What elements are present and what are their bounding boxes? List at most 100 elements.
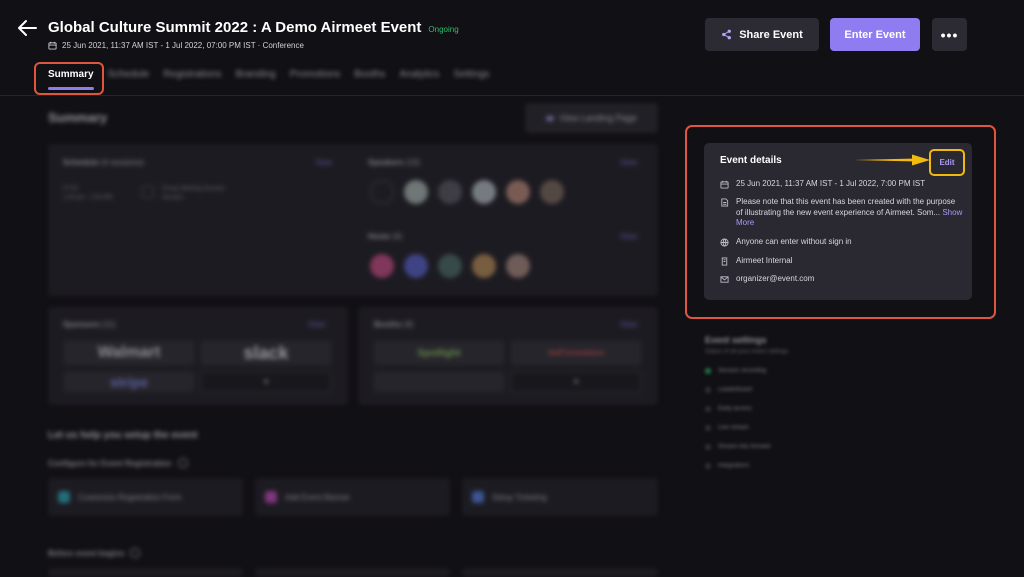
share-event-label: Share Event [739, 28, 803, 41]
event-settings-title: Event settings [705, 335, 767, 345]
arrow-pointer-icon [854, 154, 930, 166]
info-icon [177, 458, 188, 468]
tab-branding[interactable]: Branding [236, 69, 276, 93]
before-event-card[interactable] [255, 568, 450, 577]
status-dot-icon [705, 425, 711, 431]
info-icon [130, 548, 141, 558]
event-access-text: Anyone can enter without sign in [736, 237, 852, 246]
host-avatar[interactable] [506, 254, 530, 278]
setting-item[interactable]: Stream into Airmeet [705, 444, 845, 450]
eye-icon [546, 115, 555, 121]
schedule-label: Schedule (4 sessions) [63, 158, 144, 167]
setting-item[interactable]: Session recording [705, 368, 845, 374]
setting-item[interactable]: Early access [705, 406, 845, 412]
event-description-text: Please note that this event has been cre… [736, 197, 956, 217]
tab-booths[interactable]: Booths [354, 69, 385, 93]
back-arrow-icon[interactable] [16, 17, 38, 39]
event-title-row: Global Culture Summit 2022 : A Demo Airm… [48, 19, 459, 36]
sponsors-view-link[interactable]: View [308, 320, 325, 329]
mail-icon [720, 276, 729, 283]
status-dot-icon [705, 406, 711, 412]
booth-logo[interactable]: Spotlight [374, 341, 504, 365]
event-settings-subtitle: Status of all your event settings [705, 349, 789, 355]
hosts-label: Hosts (6) [368, 232, 403, 241]
event-title: Global Culture Summit 2022 : A Demo Airm… [48, 19, 422, 36]
host-avatar[interactable] [370, 254, 394, 278]
event-organization-text: Airmeet Internal [736, 256, 793, 265]
summary-content-blurred: Summary View Landing Page Schedule (4 se… [0, 96, 680, 577]
status-badge: Ongoing [428, 25, 459, 34]
speakers-label: Speakers (10) [368, 158, 421, 167]
banner-icon [265, 491, 277, 503]
schedule-time-range: 1:00 pm - 1:30 PM [63, 195, 113, 201]
status-dot-icon [705, 463, 711, 469]
tab-registrations[interactable]: Registrations [163, 69, 221, 93]
event-details-card: Event details Edit 25 Jun 2021, 11:37 AM… [704, 143, 972, 300]
booth-logo[interactable]: Staff Innovations [511, 341, 641, 365]
host-avatar[interactable] [472, 254, 496, 278]
tab-analytics[interactable]: Analytics [399, 69, 439, 93]
setting-item[interactable]: Integrations [705, 463, 845, 469]
tab-promotions[interactable]: Promotions [290, 69, 341, 93]
before-event-label: Before event begins [48, 548, 141, 558]
event-subtitle: 25 Jun 2021, 11:37 AM IST - 1 Jul 2022, … [48, 41, 304, 50]
before-event-card[interactable] [48, 568, 243, 577]
ticket-icon [472, 491, 484, 503]
host-avatar[interactable] [438, 254, 462, 278]
booth-logo[interactable] [374, 372, 504, 392]
status-dot-icon [705, 444, 711, 450]
status-dot-icon [705, 368, 711, 374]
status-dot-icon [705, 387, 711, 393]
speaker-avatar[interactable] [438, 180, 462, 204]
host-avatar[interactable] [404, 254, 428, 278]
share-event-button[interactable]: Share Event [705, 18, 819, 51]
speaker-avatar[interactable] [404, 180, 428, 204]
booths-label: Booths (8) [374, 320, 414, 329]
event-date-range: 25 Jun 2021, 11:37 AM IST - 1 Jul 2022, … [62, 41, 304, 50]
add-speaker-avatar[interactable] [370, 180, 394, 204]
tab-schedule[interactable]: Schedule [108, 69, 150, 93]
booths-view-link[interactable]: View [620, 320, 637, 329]
setting-item[interactable]: Leaderboard [705, 387, 845, 393]
schedule-view-link[interactable]: View [315, 158, 332, 167]
sponsor-logo-walmart[interactable]: Walmart [64, 341, 194, 365]
summary-heading: Summary [48, 110, 108, 125]
summary-tab-highlight [34, 62, 104, 95]
setup-ticketing-card[interactable]: Setup Ticketing [462, 478, 658, 516]
sponsor-logo-stripe[interactable]: stripe [64, 372, 194, 392]
event-email-text: organizer@event.com [736, 274, 815, 283]
speaker-avatar[interactable] [506, 180, 530, 204]
enter-event-button[interactable]: Enter Event [830, 18, 920, 51]
schedule-time: 07:00 [63, 186, 79, 192]
sponsors-label: Sponsors (11) [63, 320, 116, 329]
speaker-avatar[interactable] [472, 180, 496, 204]
add-sponsor-button[interactable]: + [201, 372, 331, 392]
add-booth-button[interactable]: + [511, 372, 641, 392]
speakers-view-link[interactable]: View [620, 158, 637, 167]
event-date-row: 25 Jun 2021, 11:37 AM IST - 1 Jul 2022, … [720, 179, 925, 190]
add-event-banner-card[interactable]: Add Event Banner [255, 478, 450, 516]
event-settings-section: Event settings Status of all your event … [705, 335, 845, 469]
event-date-text: 25 Jun 2021, 11:37 AM IST - 1 Jul 2022, … [736, 179, 926, 188]
edit-event-details-button[interactable]: Edit [929, 149, 965, 176]
building-icon [721, 257, 728, 266]
hosts-view-link[interactable]: View [620, 232, 637, 241]
before-event-card[interactable] [462, 568, 658, 577]
event-email-row: organizer@event.com [720, 274, 814, 285]
view-landing-page-button[interactable]: View Landing Page [525, 103, 658, 133]
speaker-avatar[interactable] [540, 180, 564, 204]
tab-bar: Summary Schedule Registrations Branding … [48, 69, 490, 93]
calendar-icon [48, 41, 57, 50]
share-icon [722, 29, 732, 40]
schedule-session-name: Group Meeting Session [162, 186, 225, 192]
tab-settings[interactable]: Settings [453, 69, 489, 93]
globe-icon [720, 238, 729, 247]
customize-registration-card[interactable]: Customize Registration Form [48, 478, 243, 516]
event-details-title: Event details [720, 155, 782, 166]
calendar-icon [720, 180, 729, 189]
setting-item[interactable]: Live stream [705, 425, 845, 431]
sponsor-logo-slack[interactable]: slack [201, 341, 331, 365]
setup-heading: Let us help you setup the event [48, 430, 198, 441]
more-options-button[interactable]: ••• [932, 18, 967, 51]
session-icon [142, 186, 154, 198]
